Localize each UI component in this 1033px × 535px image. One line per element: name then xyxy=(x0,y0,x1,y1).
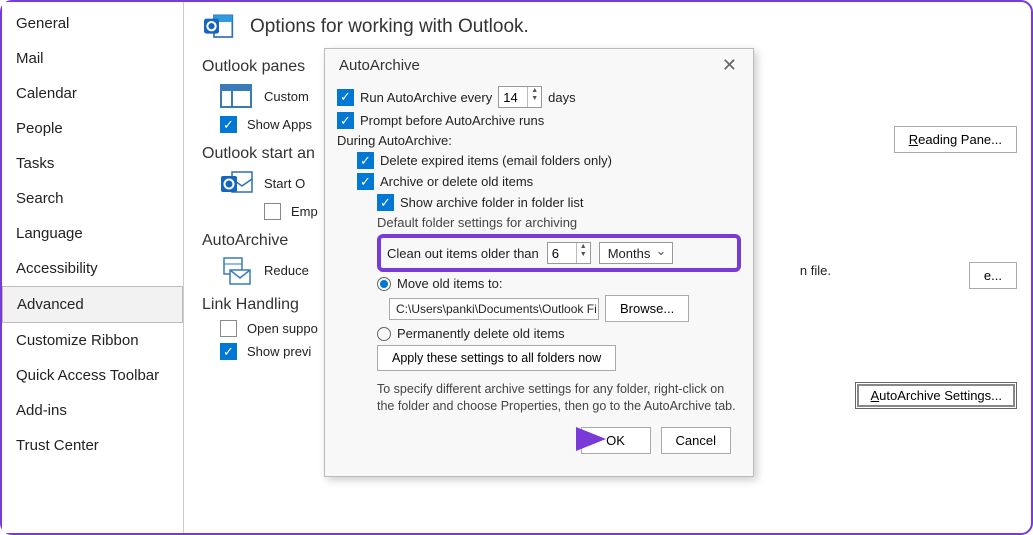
default-settings-label: Default folder settings for archiving xyxy=(377,215,577,230)
autoarchive-dialog: AutoArchive ✕ ✓ Run AutoArchive every ▲▼… xyxy=(324,48,754,477)
archive-delete-label: Archive or delete old items xyxy=(380,174,533,189)
sidebar-item-advanced[interactable]: Advanced xyxy=(2,286,183,323)
clean-out-label: Clean out items older than xyxy=(387,246,539,261)
page-title: Options for working with Outlook. xyxy=(250,16,529,38)
clean-out-spinner[interactable]: ▲▼ xyxy=(547,242,591,264)
archive-delete-checkbox[interactable]: ✓ xyxy=(357,173,374,190)
sidebar-item-people[interactable]: People xyxy=(2,111,183,146)
spin-up-icon[interactable]: ▲ xyxy=(528,87,541,95)
run-every-label: Run AutoArchive every xyxy=(360,90,492,105)
sidebar-item-calendar[interactable]: Calendar xyxy=(2,76,183,111)
start-o-label: Start O xyxy=(264,176,305,191)
run-days-spinner[interactable]: ▲▼ xyxy=(498,86,542,108)
sidebar-item-addins[interactable]: Add-ins xyxy=(2,393,183,428)
delete-expired-checkbox[interactable]: ✓ xyxy=(357,152,374,169)
spin-up-icon[interactable]: ▲ xyxy=(577,243,590,251)
browse-button[interactable]: Browse... xyxy=(605,295,689,322)
open-supp-checkbox[interactable] xyxy=(220,320,237,337)
apply-all-button[interactable]: Apply these settings to all folders now xyxy=(377,345,616,371)
cancel-button[interactable]: Cancel xyxy=(661,427,731,454)
sidebar-item-customize-ribbon[interactable]: Customize Ribbon xyxy=(2,323,183,358)
custom-label: Custom xyxy=(264,89,309,104)
clean-out-highlight: Clean out items older than ▲▼ Months xyxy=(377,234,741,272)
move-old-label: Move old items to: xyxy=(397,276,503,291)
move-path-input[interactable]: C:\Users\panki\Documents\Outlook Fi xyxy=(389,298,599,320)
sidebar: General Mail Calendar People Tasks Searc… xyxy=(2,2,184,533)
dialog-title: AutoArchive xyxy=(339,57,420,74)
panes-icon xyxy=(220,82,254,110)
show-prev-checkbox[interactable]: ✓ xyxy=(220,343,237,360)
run-days-input[interactable] xyxy=(499,87,527,107)
prompt-checkbox[interactable]: ✓ xyxy=(337,112,354,129)
start-outlook-icon xyxy=(220,169,254,197)
perm-delete-label: Permanently delete old items xyxy=(397,326,565,341)
sidebar-item-tasks[interactable]: Tasks xyxy=(2,146,183,181)
sidebar-item-mail[interactable]: Mail xyxy=(2,41,183,76)
sidebar-item-search[interactable]: Search xyxy=(2,181,183,216)
days-label: days xyxy=(548,90,575,105)
close-icon[interactable]: ✕ xyxy=(716,55,743,76)
show-apps-checkbox[interactable]: ✓ xyxy=(220,116,237,133)
perm-delete-radio[interactable] xyxy=(377,327,391,341)
move-old-radio[interactable] xyxy=(377,277,391,291)
sidebar-item-accessibility[interactable]: Accessibility xyxy=(2,251,183,286)
show-archive-folder-checkbox[interactable]: ✓ xyxy=(377,194,394,211)
dialog-note: To specify different archive settings fo… xyxy=(377,381,741,415)
start-trailing-button[interactable]: e... xyxy=(969,262,1017,289)
show-archive-folder-label: Show archive folder in folder list xyxy=(400,195,584,210)
delete-expired-label: Delete expired items (email folders only… xyxy=(380,153,612,168)
autoarchive-settings-button[interactable]: AutoArchive Settings... xyxy=(855,382,1017,409)
show-apps-label: Show Apps xyxy=(247,117,312,132)
outlook-icon xyxy=(202,12,236,42)
sidebar-item-language[interactable]: Language xyxy=(2,216,183,251)
nfile-label: n file. xyxy=(800,263,831,278)
sidebar-item-quick-access[interactable]: Quick Access Toolbar xyxy=(2,358,183,393)
spin-down-icon[interactable]: ▼ xyxy=(577,251,590,259)
show-prev-label: Show previ xyxy=(247,344,311,359)
sidebar-item-trust-center[interactable]: Trust Center xyxy=(2,428,183,463)
run-every-checkbox[interactable]: ✓ xyxy=(337,89,354,106)
autoarchive-icon xyxy=(220,256,254,284)
emp-label: Emp xyxy=(291,204,318,219)
reduce-label: Reduce xyxy=(264,263,309,278)
clean-out-unit-select[interactable]: Months xyxy=(599,242,674,264)
prompt-label: Prompt before AutoArchive runs xyxy=(360,113,544,128)
spin-down-icon[interactable]: ▼ xyxy=(528,95,541,103)
open-supp-label: Open suppo xyxy=(247,321,318,336)
clean-out-input[interactable] xyxy=(548,243,576,263)
reading-pane-button[interactable]: Reading Pane... xyxy=(894,126,1017,153)
annotation-arrow-icon xyxy=(411,421,611,460)
emp-checkbox[interactable] xyxy=(264,203,281,220)
during-label: During AutoArchive: xyxy=(337,133,452,148)
sidebar-item-general[interactable]: General xyxy=(2,6,183,41)
